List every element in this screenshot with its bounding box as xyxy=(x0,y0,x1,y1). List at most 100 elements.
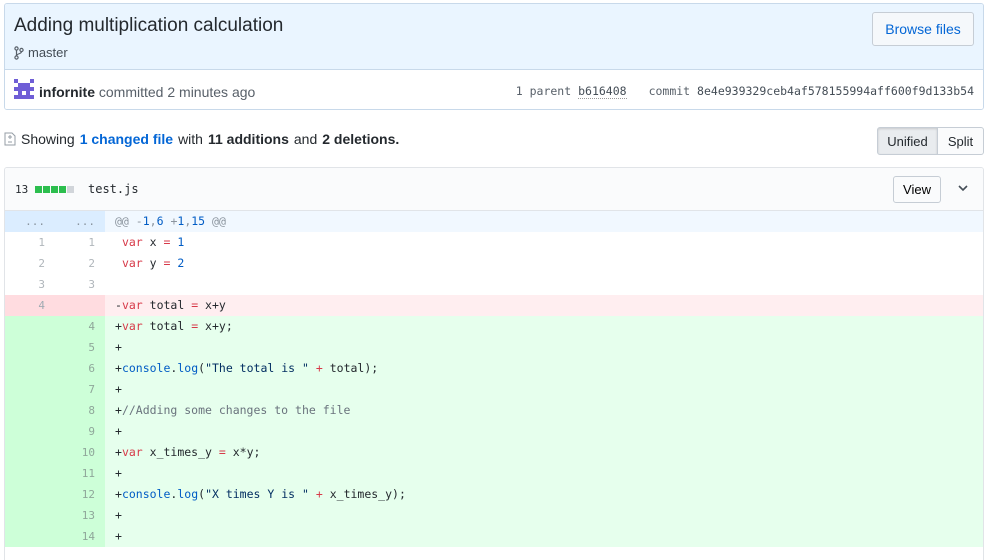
branch-info: master xyxy=(14,45,68,60)
code-line: +//Adding some changes to the file xyxy=(115,403,351,417)
diff-line-del: 4 -var total = x+y xyxy=(5,295,983,316)
diff-line-ctx: 33 xyxy=(5,274,983,295)
view-file-button[interactable]: View xyxy=(893,176,941,203)
diff-line-add: 6 +console.log("The total is " + total); xyxy=(5,358,983,379)
commit-title: Adding multiplication calculation xyxy=(14,15,284,36)
commit-info: commit 8e4e939329ceb4af578155994aff600f9… xyxy=(649,84,974,98)
file-diff-icon xyxy=(4,132,16,146)
file-name[interactable]: test.js xyxy=(88,182,139,196)
new-line-number[interactable]: 1 xyxy=(55,232,105,253)
old-line-number[interactable] xyxy=(5,379,55,400)
git-branch-icon xyxy=(14,45,24,60)
code-line: +console.log("The total is " + total); xyxy=(115,361,379,375)
old-line-number[interactable] xyxy=(5,421,55,442)
commit-sha: 8e4e939329ceb4af578155994aff600f9d133b54 xyxy=(697,84,974,98)
old-line-number[interactable]: 1 xyxy=(5,232,55,253)
parent-sha-link[interactable]: b616408 xyxy=(578,84,627,99)
diffstat-block-added xyxy=(51,186,59,193)
old-line-number[interactable]: 2 xyxy=(5,253,55,274)
new-line-number[interactable]: 7 xyxy=(55,379,105,400)
diffstat: 13 xyxy=(15,183,75,196)
file-diff: 13 test.js View ... ... @@ -1,6 +1,15 @@… xyxy=(4,167,984,560)
code-line: + xyxy=(115,424,122,438)
new-line-number[interactable]: 4 xyxy=(55,316,105,337)
parent-info: 1 parent b616408 xyxy=(515,84,627,99)
code-line: + xyxy=(115,382,122,396)
code-line: +var x_times_y = x*y; xyxy=(115,445,261,459)
parent-label: 1 parent xyxy=(515,84,572,98)
new-line-number[interactable] xyxy=(55,295,105,316)
avatar[interactable] xyxy=(14,79,34,99)
old-line-number[interactable] xyxy=(5,463,55,484)
new-line-number[interactable]: 12 xyxy=(55,484,105,505)
hunk-header: ... ... @@ -1,6 +1,15 @@ xyxy=(5,211,983,232)
new-line-number[interactable]: 6 xyxy=(55,358,105,379)
diff-line-add: 10 +var x_times_y = x*y; xyxy=(5,442,983,463)
file-header: 13 test.js View xyxy=(5,168,983,211)
with-text: with xyxy=(178,131,203,147)
diff-summary: Showing 1 changed file with 11 additions… xyxy=(4,131,399,147)
old-line-number[interactable] xyxy=(5,505,55,526)
new-line-number[interactable]: 2 xyxy=(55,253,105,274)
code-line: +var total = x+y; xyxy=(115,319,233,333)
old-line-number[interactable] xyxy=(5,337,55,358)
diff-table: ... ... @@ -1,6 +1,15 @@ 11 var x = 122 … xyxy=(5,211,983,547)
diff-line-add: 11 + xyxy=(5,463,983,484)
unified-button[interactable]: Unified xyxy=(877,127,938,155)
diff-line-ctx: 22 var y = 2 xyxy=(5,253,983,274)
chevron-down-icon[interactable] xyxy=(957,182,969,194)
old-line-number[interactable] xyxy=(5,400,55,421)
hunk-expand-left[interactable]: ... xyxy=(5,211,55,232)
browse-files-button[interactable]: Browse files xyxy=(872,12,974,46)
new-line-number[interactable]: 11 xyxy=(55,463,105,484)
diff-line-add: 12 +console.log("X times Y is " + x_times… xyxy=(5,484,983,505)
new-line-number[interactable]: 9 xyxy=(55,421,105,442)
diff-line-add: 7 + xyxy=(5,379,983,400)
code-line: + xyxy=(115,508,122,522)
commit-meta: infornite committed 2 minutes ago 1 pare… xyxy=(5,70,983,109)
hunk-expand-right[interactable]: ... xyxy=(55,211,105,232)
diff-line-ctx: 11 var x = 1 xyxy=(5,232,983,253)
code-line: + xyxy=(115,529,122,543)
diff-view-toggle: Unified Split xyxy=(877,127,984,155)
old-line-number[interactable]: 3 xyxy=(5,274,55,295)
change-count: 13 xyxy=(15,183,29,196)
branch-name[interactable]: master xyxy=(28,45,68,60)
diffstat-block-added xyxy=(43,186,51,193)
additions-count: 11 additions xyxy=(207,131,289,147)
code-line: -var total = x+y xyxy=(115,298,226,312)
diff-summary-bar: Showing 1 changed file with 11 additions… xyxy=(4,127,984,155)
old-line-number[interactable] xyxy=(5,484,55,505)
and-text: and xyxy=(293,131,318,147)
diff-line-add: 4 +var total = x+y; xyxy=(5,316,983,337)
author-name[interactable]: infornite xyxy=(39,84,95,100)
diff-line-add: 13 + xyxy=(5,505,983,526)
code-line: + xyxy=(115,466,122,480)
old-line-number[interactable] xyxy=(5,316,55,337)
old-line-number[interactable] xyxy=(5,526,55,547)
commit-label: commit xyxy=(648,84,691,98)
diffstat-blocks xyxy=(35,186,75,193)
diffstat-block-added xyxy=(35,186,43,193)
new-line-number[interactable]: 8 xyxy=(55,400,105,421)
split-button[interactable]: Split xyxy=(938,127,984,155)
commit-author-line: infornite committed 2 minutes ago xyxy=(39,84,255,100)
commit-time: committed 2 minutes ago xyxy=(98,84,256,100)
new-line-number[interactable]: 5 xyxy=(55,337,105,358)
showing-text: Showing xyxy=(21,131,75,147)
new-line-number[interactable]: 13 xyxy=(55,505,105,526)
sha-area: 1 parent b616408 commit 8e4e939329ceb4af… xyxy=(515,84,974,99)
old-line-number[interactable] xyxy=(5,442,55,463)
commit-title-area: Adding multiplication calculation master… xyxy=(5,4,983,70)
new-line-number[interactable]: 10 xyxy=(55,442,105,463)
new-line-number[interactable]: 14 xyxy=(55,526,105,547)
old-line-number[interactable] xyxy=(5,358,55,379)
new-line-number[interactable]: 3 xyxy=(55,274,105,295)
diff-line-add: 9 + xyxy=(5,421,983,442)
diff-line-add: 8 +//Adding some changes to the file xyxy=(5,400,983,421)
old-line-number[interactable]: 4 xyxy=(5,295,55,316)
changed-files-link[interactable]: 1 changed file xyxy=(80,131,173,147)
commit-header: Adding multiplication calculation master… xyxy=(4,3,984,110)
hunk-text: @@ -1,6 +1,15 @@ xyxy=(115,214,226,228)
